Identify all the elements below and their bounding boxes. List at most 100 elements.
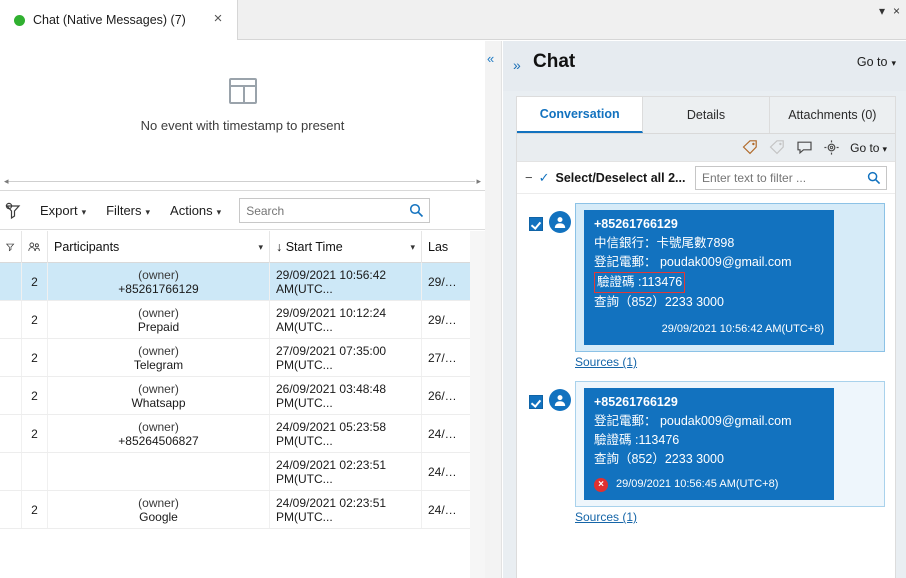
select-all-checkbox-icon[interactable]: ✓ <box>539 170 550 186</box>
row-participants: (owner)Telegram <box>48 339 270 376</box>
conversation-goto-menu[interactable]: Go to▾ <box>850 141 887 155</box>
message-line: 查詢（852）2233 3000 <box>594 293 824 312</box>
filters-menu[interactable]: Filters ▾ <box>98 199 158 222</box>
gear-icon[interactable] <box>823 139 840 156</box>
actions-label: Actions <box>170 203 213 218</box>
search-icon[interactable] <box>409 203 424 218</box>
error-icon: × <box>594 478 608 492</box>
message-highlighted-line: 驗證碼 :113476 <box>594 272 824 293</box>
left-toolbar: Export▾ Filters ▾ Actions ▾ <box>0 192 485 230</box>
table-vertical-scrollbar[interactable] <box>470 231 485 578</box>
chevron-down-icon: ▾ <box>146 207 151 217</box>
row-participant-count: 2 <box>22 491 48 528</box>
message-failed-row: ×29/09/2021 10:56:45 AM(UTC+8) <box>594 475 824 494</box>
messages-list: +85261766129中信銀行：卡號尾數7898登記電郵： poudak009… <box>517 195 895 578</box>
scroll-right-icon[interactable]: ▸ <box>476 176 481 187</box>
row-filter-cell <box>0 339 22 376</box>
row-participant-count: 2 <box>22 377 48 414</box>
table-row[interactable]: 24/09/2021 02:23:51 PM(UTC...24/… <box>0 453 485 491</box>
row-owner-label: (owner) <box>138 496 179 510</box>
row-filter-cell <box>0 453 22 490</box>
filter-input[interactable] <box>696 167 858 189</box>
chat-message[interactable]: +85261766129中信銀行：卡號尾數7898登記電郵： poudak009… <box>527 203 885 369</box>
row-start-time: 27/09/2021 07:35:00 PM(UTC... <box>270 339 422 376</box>
row-owner-label: (owner) <box>138 420 179 434</box>
chevron-right-icon[interactable]: » <box>513 57 521 73</box>
row-participant-name: Whatsapp <box>131 396 185 410</box>
row-start-time: 26/09/2021 03:48:48 PM(UTC... <box>270 377 422 414</box>
row-start-time: 29/09/2021 10:12:24 AM(UTC... <box>270 301 422 338</box>
window-tab-bar: Chat (Native Messages) (7) × ▾ × <box>0 0 906 40</box>
tab-close-icon[interactable]: × <box>211 12 225 26</box>
row-filter-cell <box>0 415 22 452</box>
message-sender: +85261766129 <box>594 393 824 412</box>
search-icon[interactable] <box>867 171 881 185</box>
scroll-left-icon[interactable]: ◂ <box>4 176 9 187</box>
message-line: 中信銀行：卡號尾數7898 <box>594 234 824 253</box>
header-start-time[interactable]: ↓ Start Time ▾ <box>270 231 422 263</box>
goto-menu[interactable]: Go to▾ <box>857 55 896 69</box>
message-bubble-container: +85261766129中信銀行：卡號尾數7898登記電郵： poudak009… <box>575 203 885 352</box>
row-start-time: 24/09/2021 02:23:51 PM(UTC... <box>270 491 422 528</box>
chevron-down-icon: ▾ <box>217 207 222 217</box>
message-checkbox[interactable] <box>529 395 543 409</box>
tab-details[interactable]: Details <box>643 97 769 133</box>
collapse-icon[interactable]: − <box>525 170 533 185</box>
conversation-icon-toolbar: Go to▾ <box>517 134 895 162</box>
table-row[interactable]: 2 (owner)Google 24/09/2021 02:23:51 PM(UTC… <box>0 491 485 529</box>
chevron-down-icon: ▾ <box>882 144 887 154</box>
select-all-label: Select/Deselect all 2... <box>556 171 686 185</box>
tab-conversation[interactable]: Conversation <box>517 97 643 133</box>
table-row[interactable]: 2 (owner)Whatsapp 26/09/2021 03:48:48 PM(U… <box>0 377 485 415</box>
search-input[interactable] <box>240 199 400 222</box>
timeline-horizontal-scrollbar[interactable]: ◂ ▸ <box>8 178 475 186</box>
row-owner-label: (owner) <box>138 382 179 396</box>
close-icon[interactable]: × <box>893 4 900 18</box>
chevron-down-icon[interactable]: ▾ <box>258 242 263 253</box>
left-search-box[interactable] <box>239 198 430 223</box>
avatar <box>549 211 571 233</box>
message-checkbox[interactable] <box>529 217 543 231</box>
chevron-down-icon[interactable]: ▾ <box>410 242 415 253</box>
row-participant-name: Google <box>139 510 178 524</box>
filter-box[interactable] <box>695 166 887 190</box>
message-sender: +85261766129 <box>594 215 824 234</box>
goto-label: Go to <box>857 55 888 69</box>
message-line: 查詢（852）2233 3000 <box>594 450 824 469</box>
table-row[interactable]: 2(owner)+8526176612929/09/2021 10:56:42 … <box>0 263 485 301</box>
window-controls: ▾ × <box>879 4 900 18</box>
panel-collapse-strip[interactable]: « <box>485 41 502 578</box>
header-filter-icon-cell[interactable] <box>0 231 22 263</box>
table-header-row: Participants ▾ ↓ Start Time ▾ Las <box>0 231 485 263</box>
chat-panel-header: » Chat Go to▾ <box>503 41 906 91</box>
message-sources-link[interactable]: Sources (1) <box>575 510 637 524</box>
table-row[interactable]: 2(owner)+8526450682724/09/2021 05:23:58 … <box>0 415 485 453</box>
tag-icon[interactable] <box>742 139 759 156</box>
filters-label: Filters <box>106 203 141 218</box>
funnel-icon[interactable] <box>2 198 28 224</box>
header-participants-icon[interactable] <box>22 231 48 263</box>
row-participant-name: +85261766129 <box>118 282 198 296</box>
tab-chat-native-messages[interactable]: Chat (Native Messages) (7) × <box>0 0 238 40</box>
row-owner-label: (owner) <box>138 268 179 282</box>
minimize-icon[interactable]: ▾ <box>879 4 885 18</box>
status-dot-icon <box>14 15 25 26</box>
header-participants[interactable]: Participants ▾ <box>48 231 270 263</box>
table-row[interactable]: 2(owner)Prepaid29/09/2021 10:12:24 AM(UT… <box>0 301 485 339</box>
row-participant-count <box>22 453 48 490</box>
header-last-label: Las <box>428 240 448 254</box>
message-sources-link[interactable]: Sources (1) <box>575 355 637 369</box>
timeline-empty-text: No event with timestamp to present <box>141 118 345 133</box>
row-filter-cell <box>0 301 22 338</box>
export-menu[interactable]: Export▾ <box>32 199 94 222</box>
header-start-time-label: ↓ Start Time <box>276 240 343 254</box>
row-participants: (owner)Prepaid <box>48 301 270 338</box>
table-row[interactable]: 2(owner)Telegram27/09/2021 07:35:00 PM(U… <box>0 339 485 377</box>
chat-message[interactable]: +85261766129登記電郵： poudak009@gmail.com驗證碼… <box>527 381 885 524</box>
tab-attachments-0[interactable]: Attachments (0) <box>770 97 895 133</box>
chevron-up-icon[interactable]: « <box>487 51 494 66</box>
row-start-time: 24/09/2021 02:23:51 PM(UTC... <box>270 453 422 490</box>
actions-menu[interactable]: Actions ▾ <box>162 199 229 222</box>
comment-icon[interactable] <box>796 139 813 156</box>
row-owner-label: (owner) <box>138 306 179 320</box>
